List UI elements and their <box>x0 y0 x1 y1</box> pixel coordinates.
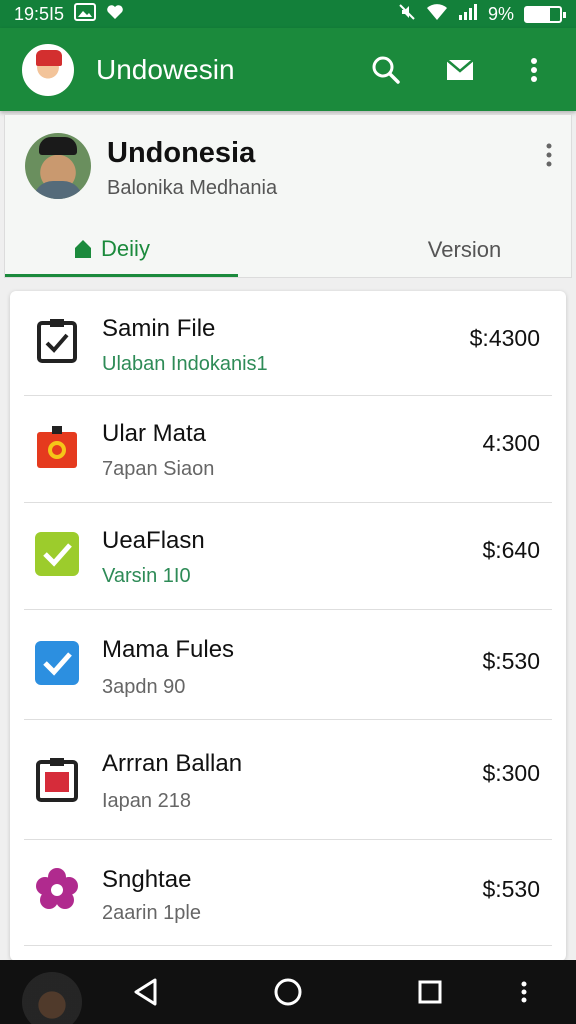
item-price: $:4300 <box>469 325 540 351</box>
item-subtitle: 7apan Siaon <box>102 458 215 480</box>
profile-card: Undonesia Balonika Medhania Deiiy Versio… <box>4 114 572 278</box>
battery-text: 9% <box>487 3 514 24</box>
item-subtitle: Ulaban Indokanis1 <box>102 353 268 375</box>
overflow-menu-button[interactable] <box>514 50 554 90</box>
item-subtitle: Iapan 218 <box>102 790 191 812</box>
app-actions <box>366 50 554 90</box>
profile-tabs: Deiiy Version <box>5 223 571 277</box>
profile-name: Undonesia <box>107 137 256 169</box>
clipboard-check-icon <box>37 319 77 363</box>
app-avatar[interactable] <box>22 43 74 96</box>
mute-icon <box>398 3 416 26</box>
profile-menu-button[interactable] <box>545 143 553 172</box>
item-price: 4:300 <box>482 430 540 456</box>
list-item[interactable]: Samin File Ulaban Indokanis1 $:4300 <box>24 291 552 396</box>
nav-menu-button[interactable] <box>506 974 542 1010</box>
status-left: 19:5I5 <box>14 2 124 26</box>
item-title: Ular Mata <box>102 420 207 447</box>
list-item[interactable]: Snghtae 2aarin 1ple $:530 <box>24 840 552 946</box>
home-circle-icon <box>274 978 302 1006</box>
recents-button[interactable] <box>412 974 448 1010</box>
item-subtitle: 2aarin 1ple <box>102 902 201 924</box>
home-icon <box>75 239 92 258</box>
back-button[interactable] <box>128 974 164 1010</box>
mail-icon <box>446 58 474 80</box>
battery-fill <box>526 7 550 21</box>
battery-icon <box>524 5 566 23</box>
system-nav-bar <box>0 960 576 1024</box>
app-title: Undowesin <box>96 53 235 85</box>
search-icon <box>372 56 400 84</box>
item-price: $:530 <box>482 648 540 674</box>
list-item[interactable]: UeaFlasn Varsin 1I0 $:640 <box>24 503 552 610</box>
tab-label: Version <box>427 237 502 262</box>
more-vert-icon <box>521 981 527 1003</box>
green-check-icon <box>35 532 79 576</box>
tab-version[interactable]: Version <box>238 223 571 277</box>
shopping-bag-icon <box>37 426 77 468</box>
status-time: 19:5I5 <box>14 3 65 24</box>
blue-check-icon <box>35 641 79 685</box>
heart-icon <box>106 4 124 25</box>
wifi-icon <box>426 3 448 26</box>
profile-photo[interactable] <box>25 133 91 199</box>
list-item[interactable]: Ular Mata 7apan Siaon 4:300 <box>24 396 552 503</box>
status-right: 9% <box>398 3 566 26</box>
back-triangle-icon <box>134 978 157 1006</box>
more-vert-icon <box>546 143 552 167</box>
tab-deiiy[interactable]: Deiiy <box>5 223 238 277</box>
red-clipboard-icon <box>36 758 78 802</box>
recents-square-icon <box>418 980 442 1004</box>
item-title: UeaFlasn <box>102 527 205 554</box>
item-price: $:640 <box>482 537 540 563</box>
item-price: $:530 <box>482 876 540 902</box>
item-subtitle: 3apdn 90 <box>102 676 186 698</box>
flower-icon <box>36 868 78 909</box>
tab-label: Deiiy <box>101 235 150 261</box>
item-title: Snghtae <box>102 866 192 893</box>
status-bar: 19:5I5 9% <box>0 0 576 28</box>
item-price: $:300 <box>482 760 540 786</box>
search-button[interactable] <box>366 50 406 90</box>
profile-subtitle: Balonika Medhania <box>107 177 278 199</box>
list-card: Samin File Ulaban Indokanis1 $:4300 Ular… <box>10 291 566 961</box>
list-item[interactable]: Arrran Ballan Iapan 218 $:300 <box>24 720 552 840</box>
item-title: Arrran Ballan <box>102 750 243 777</box>
home-button[interactable] <box>270 974 306 1010</box>
app-bar: Undowesin <box>0 28 576 111</box>
mail-button[interactable] <box>440 50 480 90</box>
item-title: Mama Fules <box>102 636 235 663</box>
nav-avatar <box>22 972 82 1024</box>
gallery-icon <box>74 2 97 26</box>
more-vert-icon <box>531 57 537 82</box>
signal-icon <box>458 3 478 26</box>
list-item[interactable]: Mama Fules 3apdn 90 $:530 <box>24 610 552 720</box>
item-title: Samin File <box>102 315 216 342</box>
item-subtitle: Varsin 1I0 <box>102 565 191 587</box>
